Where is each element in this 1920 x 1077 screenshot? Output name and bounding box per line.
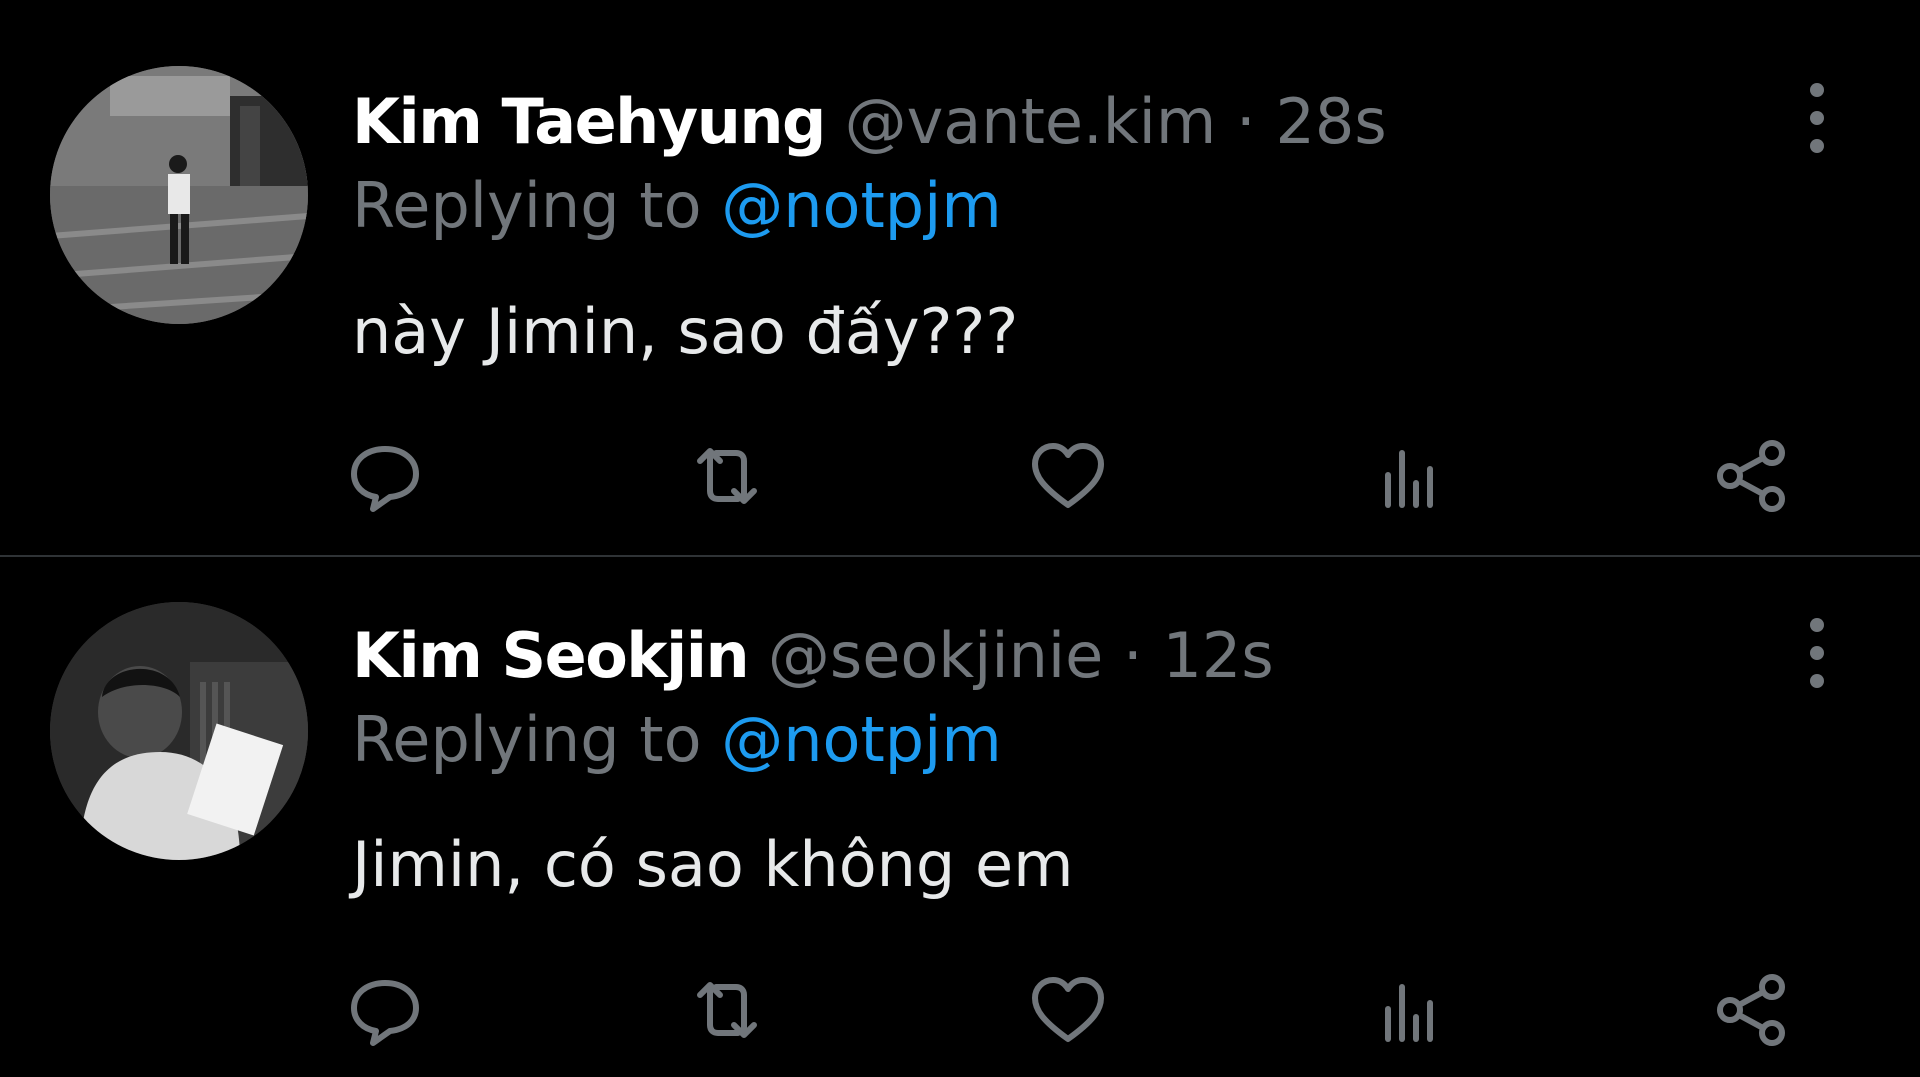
- author-name[interactable]: Kim Seokjin: [352, 619, 750, 692]
- action-bar: [340, 965, 1820, 1055]
- heart-icon: [1032, 443, 1104, 508]
- author-handle[interactable]: @seokjinie: [768, 619, 1103, 692]
- tweet-header: Kim Taehyung @vante.kim · 28s: [352, 82, 1387, 162]
- retweet-icon: [697, 982, 757, 1038]
- replying-to-label: Replying to: [352, 169, 702, 242]
- more-options-button[interactable]: [1792, 78, 1842, 158]
- separator-dot: ·: [1236, 85, 1256, 158]
- timestamp[interactable]: 28s: [1275, 85, 1386, 158]
- reply-button[interactable]: [340, 965, 430, 1055]
- retweet-icon: [697, 448, 757, 504]
- reply-button[interactable]: [340, 431, 430, 521]
- tweet-text: Jimin, có sao không em: [352, 828, 1074, 901]
- share-button[interactable]: [1706, 431, 1796, 521]
- tweet[interactable]: Kim Taehyung @vante.kim · 28s Replying t…: [0, 0, 1920, 556]
- views-icon: [1385, 450, 1433, 508]
- replying-to: Replying to @notpjm: [352, 166, 1002, 246]
- views-button[interactable]: [1364, 431, 1454, 521]
- replying-to: Replying to @notpjm: [352, 700, 1002, 780]
- retweet-button[interactable]: [682, 431, 772, 521]
- more-options-button[interactable]: [1792, 613, 1842, 693]
- timestamp[interactable]: 12s: [1162, 619, 1273, 692]
- like-button[interactable]: [1023, 965, 1113, 1055]
- action-bar: [340, 431, 1820, 521]
- avatar[interactable]: [50, 66, 308, 324]
- tweet-feed: Kim Taehyung @vante.kim · 28s Replying t…: [0, 0, 1920, 1077]
- avatar-photo-street: [50, 66, 308, 324]
- separator-dot: ·: [1123, 619, 1143, 692]
- replying-to-mention[interactable]: @notpjm: [721, 169, 1002, 242]
- share-icon: [1717, 440, 1785, 512]
- retweet-button[interactable]: [682, 965, 772, 1055]
- share-button[interactable]: [1706, 965, 1796, 1055]
- reply-icon: [351, 446, 419, 512]
- like-button[interactable]: [1023, 431, 1113, 521]
- reply-icon: [351, 980, 419, 1046]
- heart-icon: [1032, 977, 1104, 1042]
- tweet-text: này Jimin, sao đấy???: [352, 295, 1019, 368]
- author-name[interactable]: Kim Taehyung: [352, 85, 826, 158]
- replying-to-label: Replying to: [352, 703, 702, 776]
- avatar[interactable]: [50, 602, 308, 860]
- tweet-header: Kim Seokjin @seokjinie · 12s: [352, 616, 1274, 696]
- views-button[interactable]: [1364, 965, 1454, 1055]
- share-icon: [1717, 974, 1785, 1046]
- tweet[interactable]: Kim Seokjin @seokjinie · 12s Replying to…: [0, 557, 1920, 1077]
- author-handle[interactable]: @vante.kim: [845, 85, 1217, 158]
- avatar-photo-studio: [50, 602, 308, 860]
- more-vertical-icon: [1810, 83, 1824, 153]
- replying-to-mention[interactable]: @notpjm: [721, 703, 1002, 776]
- more-vertical-icon: [1810, 618, 1824, 688]
- views-icon: [1385, 984, 1433, 1042]
